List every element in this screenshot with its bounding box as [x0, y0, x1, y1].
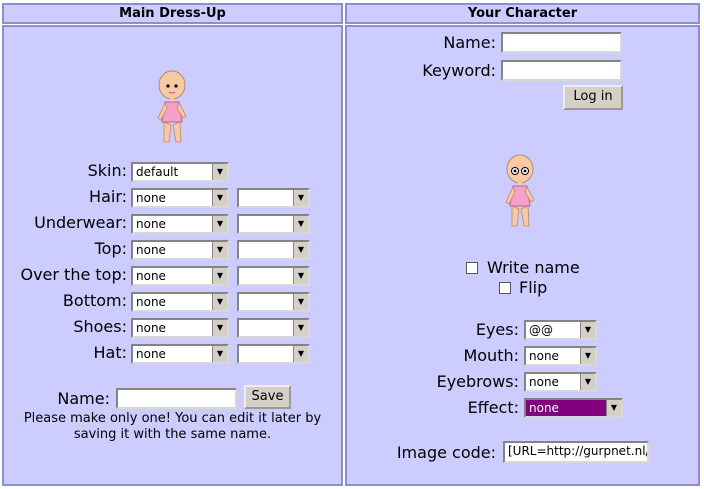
flip-label: Flip	[519, 278, 548, 297]
dropdown-arrow-icon: ▼	[580, 348, 595, 364]
doll-preview-image	[157, 70, 187, 143]
write-name-label: Write name	[487, 258, 580, 277]
image-code-input[interactable]: [URL=http://gurpnet.nl/su	[503, 441, 649, 463]
over-the-top-select[interactable]: none ▼	[131, 266, 229, 286]
effect-value: none	[529, 401, 559, 415]
skin-select[interactable]: default ▼	[131, 162, 229, 182]
dropdown-arrow-icon: ▼	[212, 268, 227, 284]
login-name-input[interactable]	[501, 32, 622, 53]
bottom-label: Bottom:	[62, 291, 127, 310]
dropdown-arrow-icon: ▼	[212, 216, 227, 232]
mouth-label: Mouth:	[463, 346, 519, 365]
dropdown-arrow-icon: ▼	[212, 346, 227, 362]
dropdown-arrow-icon: ▼	[293, 268, 308, 284]
your-character-header: Your Character	[345, 3, 700, 24]
dropdown-arrow-icon: ▼	[580, 322, 595, 338]
hair-value: none	[136, 191, 166, 205]
shoes-label: Shoes:	[73, 317, 127, 336]
image-code-value: [URL=http://gurpnet.nl/su	[508, 444, 649, 458]
dropdown-arrow-icon: ▼	[293, 346, 308, 362]
mouth-value: none	[529, 349, 559, 363]
eyes-value: @@	[529, 323, 553, 337]
shoes-value: none	[136, 321, 166, 335]
hat-value: none	[136, 347, 166, 361]
keyword-input[interactable]	[501, 60, 622, 81]
flip-checkbox[interactable]	[499, 282, 511, 294]
over-the-top-color-select[interactable]: ▼	[237, 266, 310, 286]
shoes-color-select[interactable]: ▼	[237, 318, 310, 338]
your-character-title: Your Character	[467, 6, 578, 21]
dropdown-arrow-icon: ▼	[293, 320, 308, 336]
top-label: Top:	[94, 239, 127, 258]
eyebrows-select[interactable]: none ▼	[524, 372, 597, 392]
main-dressup-header: Main Dress-Up	[2, 3, 343, 24]
dropdown-arrow-icon: ▼	[212, 190, 227, 206]
bottom-select[interactable]: none ▼	[131, 292, 229, 312]
effect-label: Effect:	[467, 398, 519, 417]
underwear-color-select[interactable]: ▼	[237, 214, 310, 234]
hat-select[interactable]: none ▼	[131, 344, 229, 364]
login-name-label: Name:	[443, 33, 496, 52]
eyebrows-value: none	[529, 375, 559, 389]
hair-label: Hair:	[89, 187, 127, 206]
top-value: none	[136, 243, 166, 257]
skin-label: Skin:	[87, 161, 127, 180]
shoes-select[interactable]: none ▼	[131, 318, 229, 338]
eyes-label: Eyes:	[475, 320, 519, 339]
login-button[interactable]: Log in	[563, 85, 623, 110]
hair-color-select[interactable]: ▼	[237, 188, 310, 208]
effect-select[interactable]: none ▼	[524, 398, 623, 418]
save-name-label: Name:	[57, 389, 110, 408]
hair-select[interactable]: none ▼	[131, 188, 229, 208]
dropdown-arrow-icon: ▼	[293, 242, 308, 258]
dropdown-arrow-icon: ▼	[293, 294, 308, 310]
underwear-label: Underwear:	[34, 213, 127, 232]
image-code-label: Image code:	[396, 443, 496, 462]
keyword-label: Keyword:	[422, 61, 496, 80]
over-the-top-value: none	[136, 269, 166, 283]
dropdown-arrow-icon: ▼	[293, 216, 308, 232]
hat-label: Hat:	[93, 343, 128, 362]
over-the-top-label: Over the top:	[20, 265, 127, 284]
underwear-select[interactable]: none ▼	[131, 214, 229, 234]
your-character-panel	[345, 25, 700, 486]
eyes-select[interactable]: @@ ▼	[524, 320, 597, 340]
dropdown-arrow-icon: ▼	[580, 374, 595, 390]
dropdown-arrow-icon: ▼	[293, 190, 308, 206]
top-color-select[interactable]: ▼	[237, 240, 310, 260]
save-button[interactable]: Save	[244, 385, 291, 409]
bottom-value: none	[136, 295, 166, 309]
hat-color-select[interactable]: ▼	[237, 344, 310, 364]
dropdown-arrow-icon: ▼	[212, 294, 227, 310]
eyebrows-label: Eyebrows:	[436, 372, 519, 391]
bottom-color-select[interactable]: ▼	[237, 292, 310, 312]
main-dressup-title: Main Dress-Up	[119, 6, 226, 21]
dropdown-arrow-icon: ▼	[606, 400, 621, 416]
character-preview-image	[505, 154, 535, 227]
skin-value: default	[136, 165, 179, 179]
underwear-value: none	[136, 217, 166, 231]
dropdown-arrow-icon: ▼	[212, 320, 227, 336]
write-name-checkbox[interactable]	[466, 262, 478, 274]
save-note: Please make only one! You can edit it la…	[23, 411, 322, 442]
dropdown-arrow-icon: ▼	[212, 164, 227, 180]
top-select[interactable]: none ▼	[131, 240, 229, 260]
save-name-input[interactable]	[116, 388, 237, 409]
mouth-select[interactable]: none ▼	[524, 346, 597, 366]
dropdown-arrow-icon: ▼	[212, 242, 227, 258]
